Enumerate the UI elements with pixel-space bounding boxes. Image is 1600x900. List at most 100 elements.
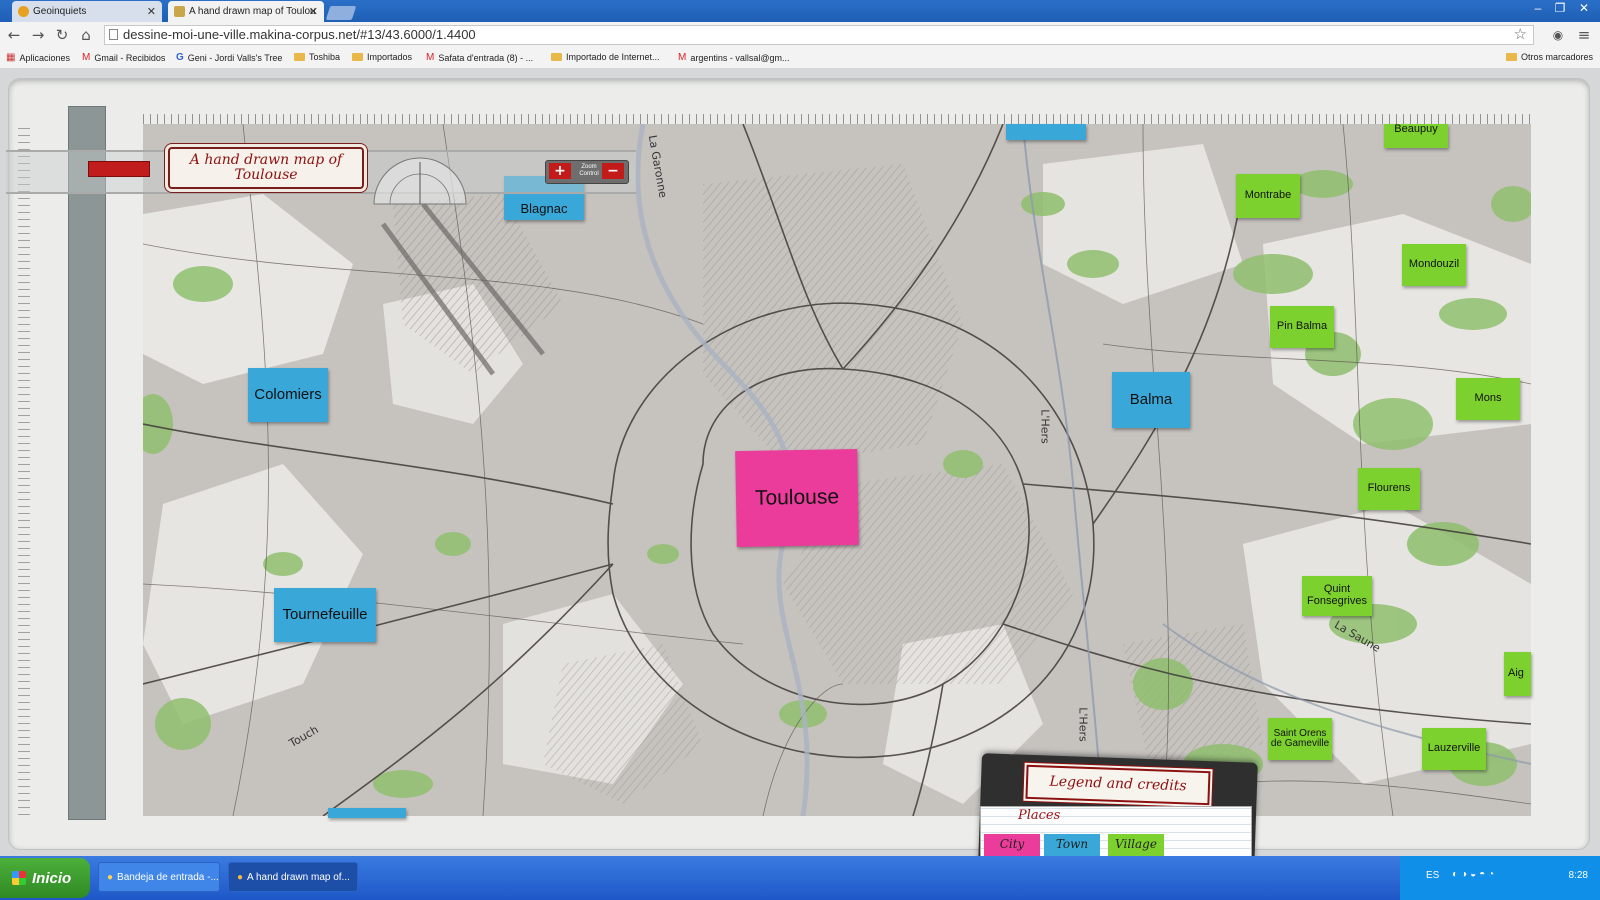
legend-title[interactable]: Legend and credits [1025, 764, 1211, 806]
tab-hand-drawn-map[interactable]: A hand drawn map of Toulou ✕ [168, 1, 324, 22]
taskbar-item-map[interactable]: ● A hand drawn map of... [228, 862, 358, 892]
bookmark-star-icon[interactable]: ☆ [1514, 26, 1527, 44]
app-title: A hand drawn map of Toulouse [168, 147, 364, 189]
task-label: Bandeja de entrada -... [117, 871, 219, 883]
system-tray: ES ◐◑◒◓◔ 8:28 [1400, 856, 1600, 900]
windows-logo-icon [12, 871, 26, 885]
bookmark-label: Importado de Internet... [566, 52, 660, 62]
bookmark-geni[interactable]: G Geni - Jordi Valls's Tree [176, 52, 282, 63]
legend-item-city: City [984, 834, 1040, 856]
home-icon[interactable]: ⌂ [76, 25, 96, 45]
bookmark-label: Importados [367, 52, 413, 62]
slider-handle[interactable] [88, 161, 150, 177]
zoom-in-button[interactable]: + [549, 163, 571, 179]
restore-icon[interactable]: ❐ [1550, 0, 1570, 16]
page-icon [109, 29, 118, 40]
place-note-balma[interactable]: Balma [1112, 372, 1190, 428]
protractor-icon [373, 157, 467, 205]
gmail-icon: M [426, 52, 435, 63]
place-note-quint-fonsegrives[interactable]: Quint Fonsegrives [1302, 576, 1372, 616]
zoom-control-label: Zoom Control [579, 164, 599, 177]
bookmark-importados[interactable]: Importados [352, 52, 412, 62]
bookmark-label: Aplicaciones [19, 52, 70, 63]
folder-icon [1506, 53, 1517, 61]
folder-icon [551, 53, 562, 61]
river-label-hers: L'Hers [1038, 409, 1052, 444]
place-note-pin-balma[interactable]: Pin Balma [1270, 306, 1334, 348]
close-tab-icon[interactable]: ✕ [147, 5, 156, 18]
place-note-montrabe[interactable]: Montrabe [1236, 174, 1300, 218]
bookmark-label: Safata d'entrada (8) - ... [438, 52, 534, 63]
google-icon: G [176, 52, 184, 63]
thunderbird-icon: ● [107, 871, 114, 883]
tab-geoinquiets[interactable]: Geoinquiets ✕ [12, 1, 162, 22]
back-arrow-icon[interactable]: ← [4, 25, 24, 45]
place-note-saint-orens[interactable]: Saint Orens de Gameville [1268, 718, 1332, 760]
place-note-partial-top[interactable] [1006, 124, 1086, 140]
place-note-partial-bottom[interactable] [328, 808, 406, 818]
folder-icon [352, 53, 363, 61]
menu-icon[interactable]: ≡ [1574, 25, 1594, 45]
tab-strip: Geoinquiets ✕ A hand drawn map of Toulou… [0, 0, 1600, 22]
zoom-out-button[interactable]: − [602, 163, 624, 179]
start-button[interactable]: Inicio [0, 858, 90, 898]
legend-item-town: Town [1044, 834, 1100, 856]
left-ruler [18, 128, 30, 818]
bookmark-argentins[interactable]: Margentins - vallsal@gm... [678, 52, 790, 63]
place-note-mons[interactable]: Mons [1456, 378, 1520, 420]
place-note-lauzerville[interactable]: Lauzerville [1422, 728, 1486, 770]
start-label: Inicio [32, 869, 72, 887]
legend-section-title: Places [1018, 808, 1061, 823]
url-text: dessine-moi-une-ville.makina-corpus.net/… [123, 27, 476, 42]
apps-grid-icon: ▦ [6, 52, 16, 63]
bookmark-importado-internet[interactable]: Importado de Internet... [551, 52, 660, 62]
forward-arrow-icon[interactable]: → [28, 25, 48, 45]
reload-icon[interactable]: ↻ [52, 25, 72, 45]
bookmark-otros[interactable]: Otros marcadores [1506, 52, 1593, 62]
minimize-icon[interactable]: – [1528, 0, 1548, 16]
river-label-hers-south: L'Hers [1076, 707, 1090, 742]
slide-rail [68, 106, 106, 820]
task-label: A hand drawn map of... [247, 871, 350, 883]
url-field[interactable]: dessine-moi-une-ville.makina-corpus.net/… [104, 25, 1534, 45]
place-note-tournefeuille[interactable]: Tournefeuille [274, 588, 376, 642]
chrome-favicon-icon [18, 6, 29, 17]
legend-item-village: Village [1108, 834, 1164, 856]
close-window-icon[interactable]: ✕ [1574, 0, 1594, 16]
address-bar-row: ← → ↻ ⌂ dessine-moi-une-ville.makina-cor… [0, 22, 1600, 48]
taskbar: Inicio ● Bandeja de entrada -... ● A han… [0, 856, 1600, 900]
bookmark-toshiba[interactable]: Toshiba [294, 52, 340, 62]
bookmark-label: Geni - Jordi Valls's Tree [187, 52, 283, 63]
bookmark-label: argentins - vallsal@gm... [690, 52, 790, 63]
close-tab-icon[interactable]: ✕ [309, 5, 318, 18]
place-note-colomiers[interactable]: Colomiers [248, 368, 328, 422]
tray-icons[interactable]: ◐◑◒◓◔ [1452, 869, 1497, 880]
map-favicon-icon [174, 6, 185, 17]
bookmark-apps[interactable]: ▦ Aplicaciones [6, 52, 70, 63]
tab-label: Geoinquiets [33, 6, 87, 17]
zoom-control: + Zoom Control − [545, 160, 629, 184]
place-note-flourens[interactable]: Flourens [1358, 468, 1420, 510]
tab-label: A hand drawn map of Toulou [189, 6, 316, 17]
place-note-beaupuy[interactable]: Beaupuy [1384, 123, 1448, 148]
map-app: La Garonne L'Hers L'Hers La Saune Touch … [0, 68, 1600, 856]
new-tab-button[interactable] [325, 6, 357, 20]
place-note-toulouse[interactable]: Toulouse [735, 448, 859, 548]
chrome-icon: ● [237, 871, 244, 883]
place-note-aig[interactable]: Aig [1504, 652, 1531, 696]
language-indicator[interactable]: ES [1426, 870, 1439, 881]
top-ruler [143, 114, 1531, 124]
clock: 8:28 [1568, 870, 1588, 881]
gmail-icon: M [678, 52, 687, 63]
gmail-icon: M [82, 52, 91, 63]
bookmarks-bar: ▦ Aplicaciones M Gmail - Recibidos G Geni -… [0, 48, 1600, 69]
folder-icon [294, 53, 305, 61]
bookmark-gmail[interactable]: M Gmail - Recibidos [82, 52, 165, 63]
place-note-mondouzil[interactable]: Mondouzil [1402, 244, 1466, 286]
bookmark-safata[interactable]: M Safata d'entrada (8) - ... [426, 52, 533, 63]
bookmark-label: Otros marcadores [1521, 52, 1594, 62]
bookmark-label: Toshiba [309, 52, 341, 62]
bookmark-label: Gmail - Recibidos [94, 52, 166, 63]
taskbar-item-bandeja[interactable]: ● Bandeja de entrada -... [98, 862, 220, 892]
extension-icon[interactable]: ◉ [1548, 25, 1568, 45]
